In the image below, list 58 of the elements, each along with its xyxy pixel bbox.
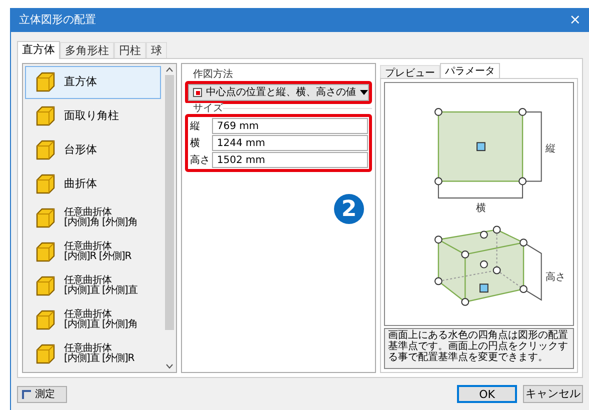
- preview-tab[interactable]: パラメータ: [440, 63, 500, 78]
- shape-name: 面取り角柱: [64, 108, 119, 124]
- shape-list-item[interactable]: 曲折体: [25, 168, 161, 201]
- shape-name: 任意曲折体 [内側]直 [外側]R: [64, 344, 134, 364]
- shape-name: 任意曲折体 [内側]直 [外側]角: [64, 310, 138, 330]
- callout-badge: 2: [334, 194, 364, 224]
- field-label: 高さ: [189, 154, 211, 168]
- field-label: 横: [189, 136, 201, 150]
- description-text: 画面上にある水色の四角点は図形の配置基準点です。画面上の円点をクリックする事で配置基準点を変更できます。: [384, 328, 574, 369]
- point-marker-icon: [193, 88, 202, 97]
- shape-name: 任意曲折体 [内側]角 [外側]角: [64, 208, 138, 228]
- solid-shape-icon: [34, 173, 56, 196]
- dropdown-caret-icon: [360, 90, 368, 95]
- solid-shape-icon: [34, 240, 56, 263]
- shape-name: 曲折体: [64, 176, 97, 192]
- solid-shape-icon: [34, 342, 56, 365]
- scroll-up-icon[interactable]: [166, 67, 173, 72]
- shape-name: 台形体: [64, 142, 97, 158]
- solid-shape-icon: [34, 105, 56, 128]
- solid-shape-icon: [34, 139, 56, 162]
- shape-name: 直方体: [64, 74, 97, 90]
- width-label: 横: [476, 202, 486, 214]
- shape-list-item[interactable]: 台形体: [25, 134, 161, 167]
- shape-tab[interactable]: 多角形柱: [60, 42, 114, 58]
- size-label: サイズ: [185, 103, 223, 114]
- shape-tab[interactable]: 円柱: [114, 42, 146, 58]
- shape-list-item[interactable]: 直方体: [25, 66, 161, 99]
- solid-shape-icon: [34, 207, 56, 229]
- method-dropdown[interactable]: 中心点の位置と縦、横、高さの値: [188, 84, 369, 101]
- method-label: 作図方法: [192, 70, 234, 80]
- shape-list-item[interactable]: 任意曲折体 [内側]R [外側]R: [25, 235, 161, 268]
- cancel-button[interactable]: キャンセル: [523, 385, 583, 403]
- field-label: 縦: [189, 120, 201, 134]
- preview-tab[interactable]: プレビュー: [380, 65, 440, 78]
- measure-button[interactable]: 測定: [17, 386, 67, 402]
- solid-shape-icon: [34, 71, 56, 94]
- solid-shape-icon: [34, 308, 56, 331]
- shape-list-item[interactable]: 任意曲折体 [内側]直 [外側]角: [25, 303, 161, 336]
- height-label: 縦: [545, 144, 556, 155]
- scrollbar[interactable]: [163, 64, 176, 372]
- size-input[interactable]: 1502 mm: [212, 152, 368, 168]
- scroll-down-icon[interactable]: [166, 364, 173, 369]
- shape-name: 任意曲折体 [内側]R [外側]R: [64, 242, 132, 262]
- shape-list-item[interactable]: 任意曲折体 [内側]角 [外側]角: [25, 202, 161, 234]
- window-title: 立体図形の配置: [19, 12, 96, 28]
- size-input[interactable]: 769 mm: [212, 118, 368, 134]
- shape-list-item[interactable]: 任意曲折体 [内側]直 [外側]R: [25, 337, 161, 370]
- shape-name: 任意曲折体 [内側]直 [外側]直: [64, 276, 138, 296]
- shape-tab[interactable]: 直方体: [17, 41, 60, 59]
- shape-tab[interactable]: 球: [146, 42, 167, 58]
- solid-shape-icon: [34, 274, 56, 297]
- size-input[interactable]: 1244 mm: [212, 135, 368, 151]
- depth-label: 高さ: [545, 272, 566, 284]
- shape-list-item[interactable]: 任意曲折体 [内側]直 [外側]直: [25, 269, 161, 302]
- ruler-icon: [22, 390, 31, 398]
- ok-button[interactable]: OK: [457, 385, 517, 403]
- shape-list-item[interactable]: 面取り角柱: [25, 100, 161, 133]
- close-button[interactable]: ×: [569, 13, 581, 27]
